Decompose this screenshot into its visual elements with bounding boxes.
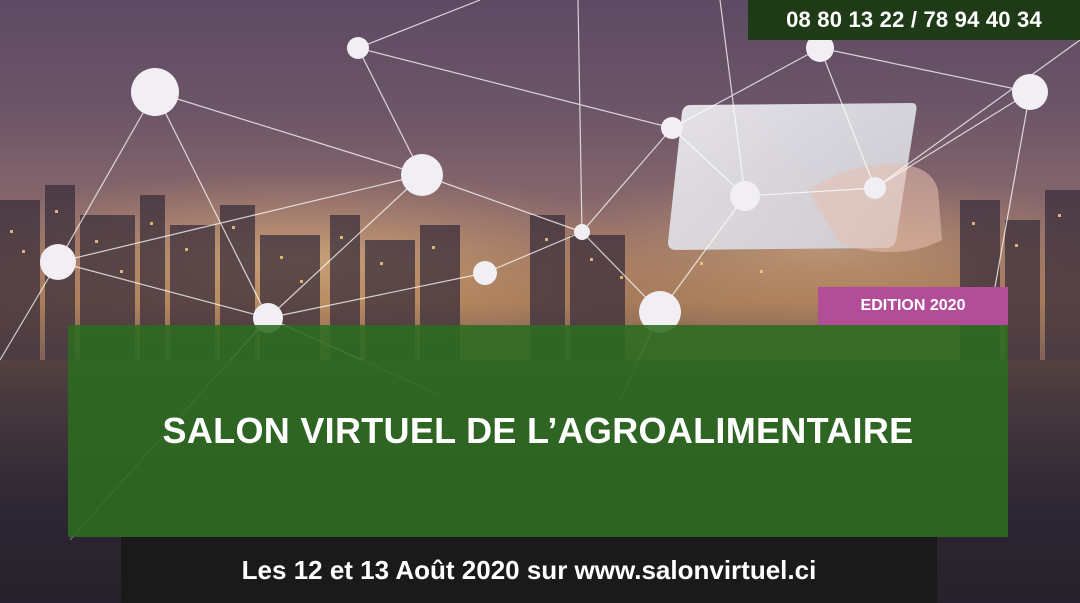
title-panel: SALON VIRTUEL DE L’AGROALIMENTAIRE: [68, 325, 1008, 537]
edition-label: EDITION 2020: [860, 297, 966, 314]
event-title: SALON VIRTUEL DE L’AGROALIMENTAIRE: [162, 410, 914, 451]
date-banner: Les 12 et 13 Août 2020 sur www.salonvirt…: [121, 537, 937, 603]
edition-badge: EDITION 2020: [818, 287, 1008, 325]
phone-banner: 08 80 13 22 / 78 94 40 34: [748, 0, 1080, 40]
tablet-icon: [668, 103, 942, 253]
event-dates: Les 12 et 13 Août 2020 sur www.salonvirt…: [241, 554, 817, 585]
phone-numbers: 08 80 13 22 / 78 94 40 34: [786, 7, 1042, 32]
promo-banner: 08 80 13 22 / 78 94 40 34 EDITION 2020 S…: [0, 0, 1080, 603]
